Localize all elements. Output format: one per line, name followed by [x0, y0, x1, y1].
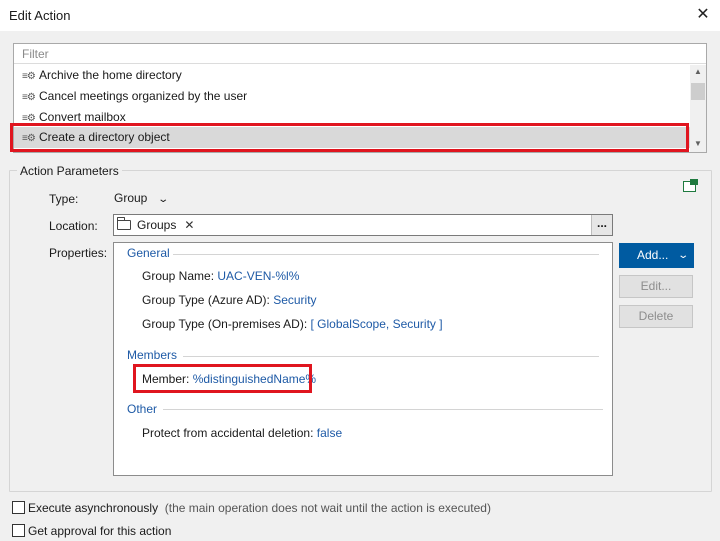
- list-item-selected[interactable]: ≡⚙ Create a directory object: [14, 127, 690, 148]
- execute-async-label: Execute asynchronously (the main operati…: [28, 501, 491, 515]
- add-button-label: Add...: [637, 248, 669, 262]
- property-member: Member: %distinguishedName%: [142, 372, 316, 386]
- property-label: Member:: [142, 372, 190, 386]
- remove-chip-icon[interactable]: ✕: [184, 218, 194, 232]
- group-legend: Action Parameters: [17, 164, 122, 178]
- list-scrollbar[interactable]: ▲ ▼: [690, 65, 706, 152]
- property-group-type-onprem: Group Type (On-premises AD): [ GlobalSco…: [142, 317, 443, 331]
- member-value[interactable]: %distinguishedName%: [193, 372, 316, 386]
- protect-deletion-value[interactable]: false: [317, 426, 342, 440]
- scroll-down-icon[interactable]: ▼: [690, 137, 706, 151]
- section-general: General: [127, 246, 170, 260]
- export-excel-icon[interactable]: [683, 179, 698, 192]
- execute-async-checkbox[interactable]: [12, 501, 25, 514]
- close-icon[interactable]: ✕: [692, 4, 714, 26]
- location-chip-label: Groups: [137, 218, 177, 232]
- section-divider: [183, 356, 599, 357]
- property-label: Group Name:: [142, 269, 215, 283]
- action-gear-icon: ≡⚙: [22, 133, 36, 144]
- browse-button[interactable]: ...: [591, 215, 612, 235]
- execute-async-note: (the main operation does not wait until …: [164, 501, 491, 515]
- group-type-onprem-value[interactable]: [ GlobalScope, Security ]: [311, 317, 443, 331]
- approval-label: Get approval for this action: [28, 524, 172, 538]
- list-item[interactable]: ≡⚙ Archive the home directory: [14, 65, 690, 86]
- location-field[interactable]: Groups ✕ ...: [113, 214, 613, 236]
- type-label: Type:: [49, 192, 79, 206]
- window-title: Edit Action: [9, 8, 71, 23]
- property-group-type-azure: Group Type (Azure AD): Security: [142, 293, 317, 307]
- property-label: Protect from accidental deletion:: [142, 426, 314, 440]
- property-label: Group Type (Azure AD):: [142, 293, 270, 307]
- scroll-thumb[interactable]: [691, 83, 705, 100]
- title-bar: [0, 0, 720, 31]
- section-members: Members: [127, 348, 178, 362]
- list-item-label: Archive the home directory: [39, 68, 182, 82]
- location-chip: Groups ✕: [117, 217, 194, 233]
- list-item[interactable]: ≡⚙ Cancel meetings organized by the user: [14, 86, 690, 107]
- type-value: Group: [114, 191, 148, 205]
- section-divider: [173, 254, 599, 255]
- properties-label: Properties:: [49, 246, 108, 260]
- filter-input[interactable]: [14, 44, 706, 64]
- approval-checkbox[interactable]: [12, 524, 25, 537]
- action-gear-icon: ≡⚙: [22, 71, 36, 82]
- list-item-label: Create a directory object: [39, 130, 170, 144]
- list-item-label: Convert mailbox: [39, 110, 126, 124]
- delete-button[interactable]: Delete: [619, 305, 693, 328]
- section-divider: [163, 409, 603, 410]
- property-group-name: Group Name: UAC-VEN-%l%: [142, 269, 299, 283]
- group-type-azure-value[interactable]: Security: [273, 293, 316, 307]
- chevron-down-icon: ⌄: [157, 194, 170, 205]
- chevron-down-icon: ⌄: [677, 250, 690, 261]
- property-protect-deletion: Protect from accidental deletion: false: [142, 426, 342, 440]
- folder-icon: [117, 217, 131, 230]
- add-button[interactable]: Add... ⌄: [619, 243, 694, 268]
- section-other: Other: [127, 402, 158, 416]
- list-item-label: Cancel meetings organized by the user: [39, 89, 248, 103]
- action-gear-icon: ≡⚙: [22, 113, 36, 124]
- location-label: Location:: [49, 219, 98, 233]
- execute-async-text: Execute asynchronously: [28, 501, 159, 515]
- scroll-up-icon[interactable]: ▲: [690, 65, 706, 79]
- action-gear-icon: ≡⚙: [22, 92, 36, 103]
- list-item[interactable]: ≡⚙ Convert mailbox: [14, 107, 690, 128]
- group-name-value[interactable]: UAC-VEN-%l%: [217, 269, 299, 283]
- property-label: Group Type (On-premises AD):: [142, 317, 308, 331]
- type-dropdown[interactable]: Group ⌄: [114, 191, 170, 207]
- edit-button[interactable]: Edit...: [619, 275, 693, 298]
